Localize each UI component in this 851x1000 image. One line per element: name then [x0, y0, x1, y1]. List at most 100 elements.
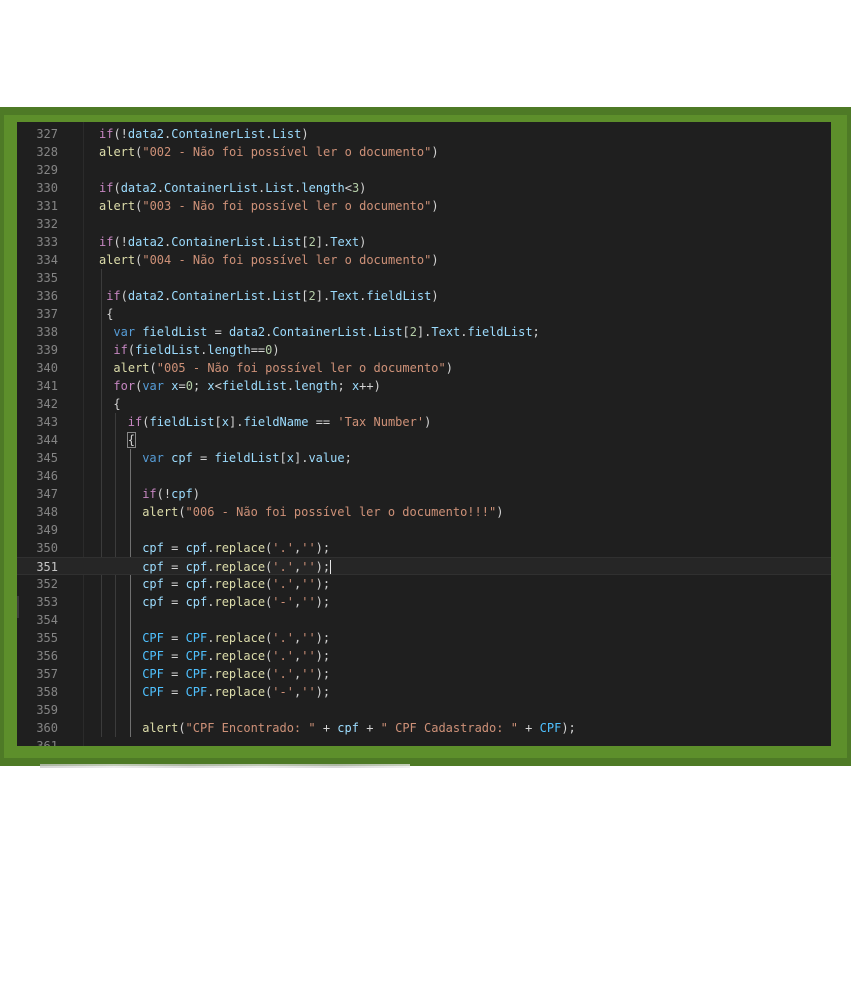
code-text: alert("005 - Não foi possível ler o docu…: [113, 359, 453, 377]
code-token: ): [192, 487, 201, 501]
code-token: CPF: [185, 685, 208, 699]
code-token: fieldList: [214, 451, 280, 465]
code-line[interactable]: 361: [17, 737, 831, 746]
code-line[interactable]: 348 alert("006 - Não foi possível ler o d…: [17, 503, 831, 521]
code-token: ): [431, 253, 439, 267]
code-token: +: [358, 721, 381, 735]
code-token: CPF: [142, 667, 164, 681]
line-number: 332: [36, 217, 58, 231]
code-token: for: [113, 379, 136, 393]
code-text: if(!data2.ContainerList.List): [99, 125, 309, 143]
code-line[interactable]: 355 CPF = CPF.replace('.','');: [17, 629, 831, 647]
code-token: replace: [214, 649, 266, 663]
code-text: {: [106, 305, 113, 323]
code-token: ;: [192, 379, 208, 393]
code-line[interactable]: 331 alert("003 - Não foi possível ler o d…: [17, 197, 831, 215]
code-text: cpf = cpf.replace('.','');: [142, 539, 330, 557]
code-text: alert("003 - Não foi possível ler o docu…: [99, 197, 439, 215]
code-token: ): [431, 199, 439, 213]
code-token: 'Tax Number': [337, 415, 425, 429]
code-token: [: [301, 289, 309, 303]
code-line[interactable]: 327 if(!data2.ContainerList.List): [17, 125, 831, 143]
code-token: fieldList: [135, 343, 201, 357]
code-line[interactable]: 350 cpf = cpf.replace('.','');: [17, 539, 831, 557]
code-token: ContainerList: [164, 181, 258, 195]
code-line[interactable]: 333 if(!data2.ContainerList.List[2].Text): [17, 233, 831, 251]
code-token: "003 - Não foi possível ler o documento": [142, 199, 432, 213]
code-token: CPF: [142, 649, 164, 663]
code-line[interactable]: 329: [17, 161, 831, 179]
code-line[interactable]: 347 if(!cpf): [17, 485, 831, 503]
line-number: 331: [36, 199, 58, 213]
code-line[interactable]: 339 if(fieldList.length==0): [17, 341, 831, 359]
code-token: '': [301, 595, 316, 609]
code-line[interactable]: 360 alert("CPF Encontrado: " + cpf + " CP…: [17, 719, 831, 737]
code-token: '-': [272, 685, 294, 699]
code-line[interactable]: 328 alert("002 - Não foi possível ler o d…: [17, 143, 831, 161]
code-token: cpf: [337, 721, 359, 735]
code-text: CPF = CPF.replace('.','');: [142, 647, 330, 665]
code-line[interactable]: 358 CPF = CPF.replace('-','');: [17, 683, 831, 701]
code-line[interactable]: 330 if(data2.ContainerList.List.length<3): [17, 179, 831, 197]
code-text: cpf = cpf.replace('.','');: [142, 575, 330, 593]
code-line[interactable]: 357 CPF = CPF.replace('.','');: [17, 665, 831, 683]
code-line[interactable]: 334 alert("004 - Não foi possível ler o d…: [17, 251, 831, 269]
code-token: ): [424, 415, 432, 429]
code-token: ContainerList: [272, 325, 367, 339]
line-number: 337: [36, 307, 58, 321]
code-token: =: [178, 379, 186, 393]
code-text: if(fieldList.length==0): [113, 341, 279, 359]
code-token: =: [163, 541, 186, 555]
code-token: fieldList: [221, 379, 287, 393]
code-token: );: [561, 721, 576, 735]
code-line[interactable]: 349: [17, 521, 831, 539]
code-token: ): [272, 343, 280, 357]
code-token: +: [517, 721, 540, 735]
line-number: 358: [36, 685, 58, 699]
code-token: '': [301, 667, 316, 681]
code-line[interactable]: 340 alert("005 - Não foi possível ler o d…: [17, 359, 831, 377]
code-line[interactable]: 343 if(fieldList[x].fieldName == 'Tax Num…: [17, 413, 831, 431]
code-token: length: [207, 343, 251, 357]
code-token: '': [301, 649, 316, 663]
code-line[interactable]: 338 var fieldList = data2.ContainerList.L…: [17, 323, 831, 341]
code-line[interactable]: 341 for(var x=0; x<fieldList.length; x++): [17, 377, 831, 395]
code-line[interactable]: 354: [17, 611, 831, 629]
code-token: alert: [99, 145, 136, 159]
code-line[interactable]: 351 cpf = cpf.replace('.','');: [17, 557, 831, 575]
code-token: ): [301, 127, 309, 141]
line-number: 343: [36, 415, 58, 429]
code-line[interactable]: 353 cpf = cpf.replace('-','');: [17, 593, 831, 611]
code-line[interactable]: 342 {: [17, 395, 831, 413]
code-token: ].: [228, 415, 244, 429]
code-line[interactable]: 346: [17, 467, 831, 485]
code-token: (: [149, 361, 157, 375]
code-token: <: [214, 379, 222, 393]
code-token: Text: [330, 289, 360, 303]
code-line[interactable]: 337 {: [17, 305, 831, 323]
code-token: cpf: [185, 560, 208, 574]
code-token: (!: [113, 235, 128, 249]
code-line[interactable]: 345 var cpf = fieldList[x].value;: [17, 449, 831, 467]
code-editor[interactable]: 327 if(!data2.ContainerList.List) 328 alert…: [17, 122, 831, 746]
code-line[interactable]: 356 CPF = CPF.replace('.','');: [17, 647, 831, 665]
code-token: '.': [272, 560, 294, 574]
code-token: cpf: [142, 541, 164, 555]
scroll-indicator[interactable]: [17, 596, 19, 618]
code-token: =: [163, 560, 186, 574]
code-token: replace: [214, 560, 266, 574]
code-line[interactable]: 359: [17, 701, 831, 719]
code-token: =: [163, 577, 186, 591]
line-number: 345: [36, 451, 58, 465]
code-token: .: [156, 181, 165, 195]
code-line[interactable]: 344 {: [17, 431, 831, 449]
code-line[interactable]: 335: [17, 269, 831, 287]
code-line[interactable]: 336 if(data2.ContainerList.List[2].Text.f…: [17, 287, 831, 305]
code-line[interactable]: 352 cpf = cpf.replace('.','');: [17, 575, 831, 593]
code-token: {: [106, 307, 114, 321]
code-text: for(var x=0; x<fieldList.length; x++): [113, 377, 380, 395]
blurred-status-bar: [40, 764, 410, 768]
code-text: alert("002 - Não foi possível ler o docu…: [99, 143, 439, 161]
code-token: List: [272, 127, 302, 141]
code-line[interactable]: 332: [17, 215, 831, 233]
